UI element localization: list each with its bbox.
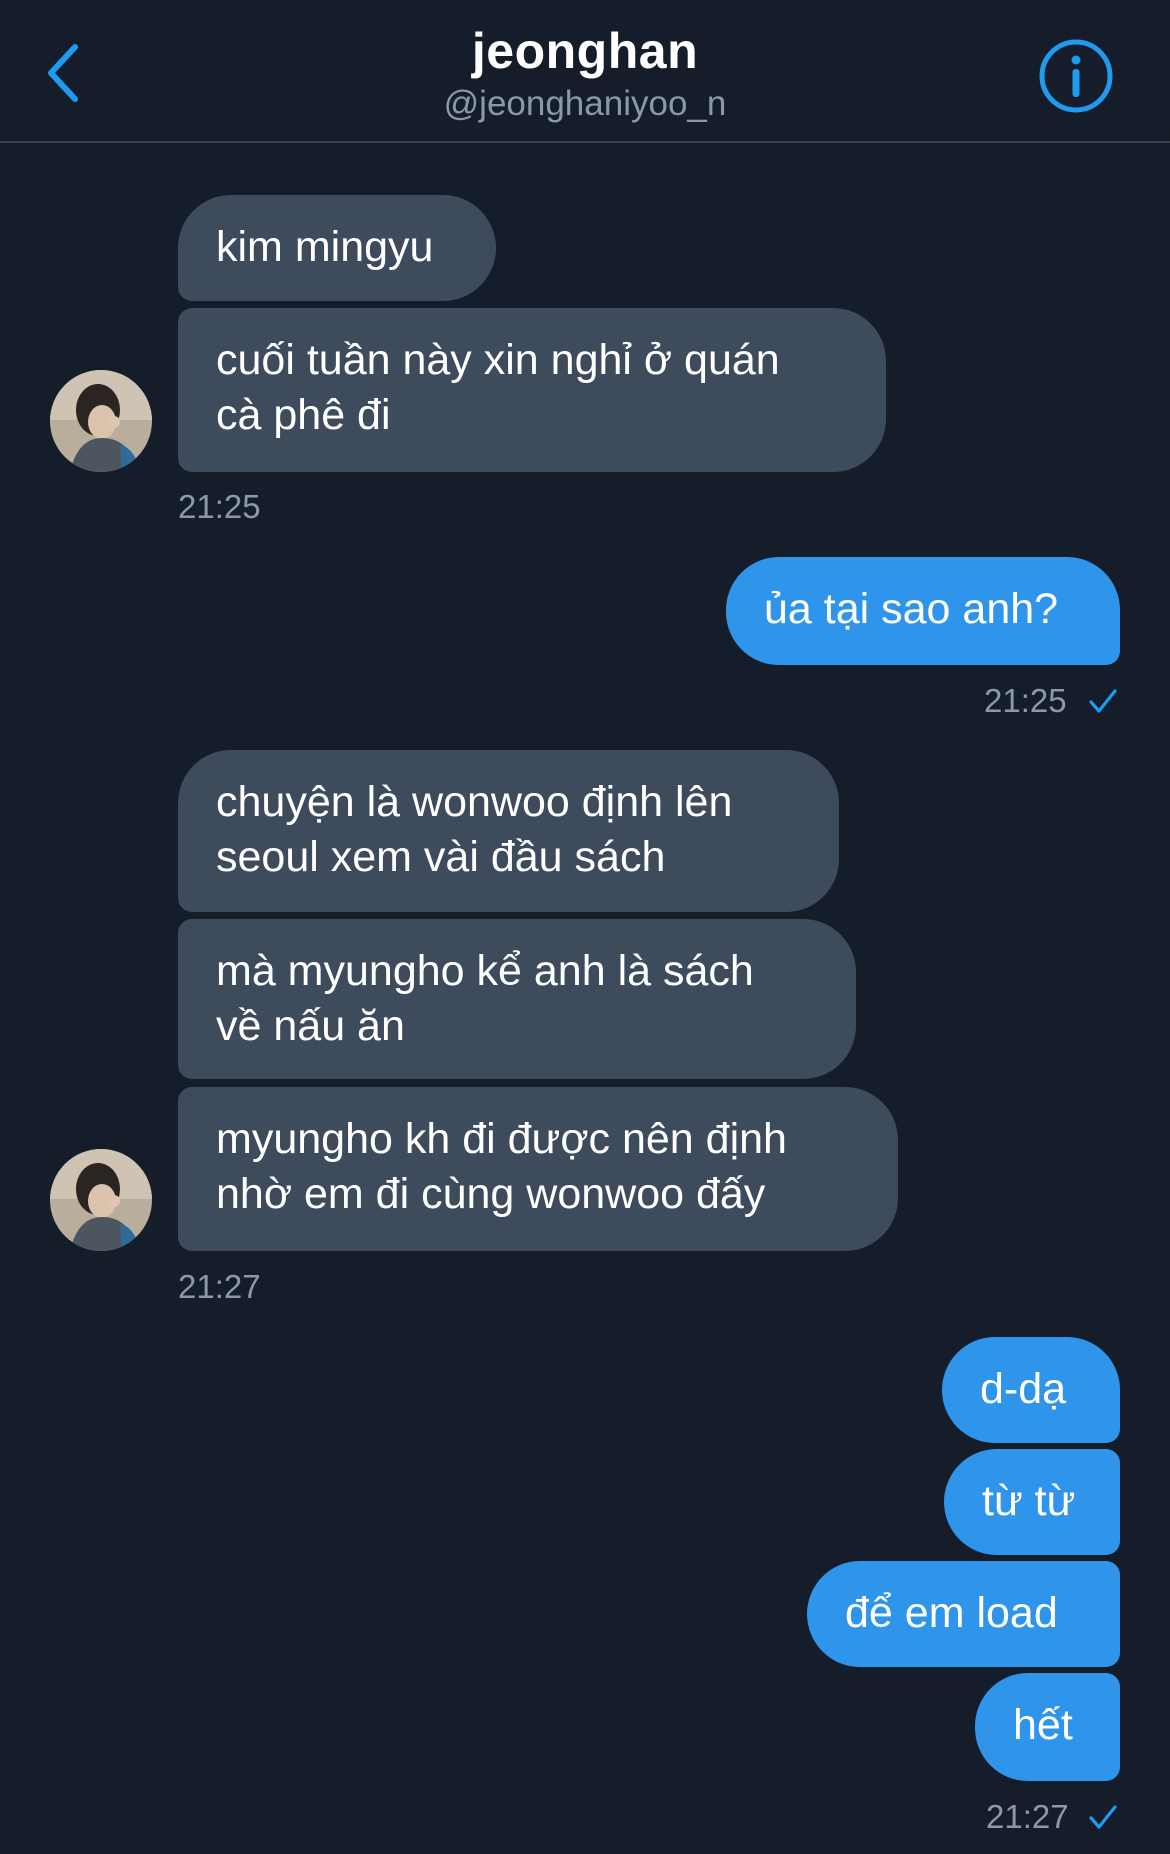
info-button[interactable] [1038, 38, 1114, 114]
incoming-message[interactable]: mà myungho kể anh là sách về nấu ăn [178, 919, 856, 1079]
message-text-line: nhờ em đi cùng wonwoo đấy [216, 1170, 766, 1218]
outgoing-message[interactable]: từ từ [944, 1449, 1120, 1555]
message-text-line: cà phê đi [216, 391, 391, 439]
outgoing-message[interactable]: hết [975, 1673, 1120, 1781]
message-text-line: seoul xem vài đầu sách [216, 833, 666, 881]
timestamp: 21:27 [178, 1268, 261, 1305]
check-icon [1089, 689, 1117, 713]
message-text-line: cuối tuần này xin nghỉ ở quán [216, 336, 780, 384]
timestamp: 21:27 [986, 1798, 1069, 1835]
avatar[interactable] [50, 1149, 152, 1251]
timestamp: 21:25 [178, 488, 261, 525]
message-text-line: mà myungho kể anh là sách [216, 947, 754, 995]
contact-handle[interactable]: @jeonghaniyoo_n [0, 84, 1170, 124]
message-text: hết [1013, 1701, 1073, 1749]
incoming-message[interactable]: myungho kh đi được nên định nhờ em đi cù… [178, 1087, 898, 1251]
incoming-message[interactable]: kim mingyu [178, 195, 496, 301]
outgoing-message[interactable]: ủa tại sao anh? [726, 557, 1120, 665]
avatar-image [50, 370, 152, 472]
message-text: kim mingyu [216, 223, 434, 271]
outgoing-message[interactable]: d-dạ [942, 1337, 1120, 1443]
check-icon [1089, 1805, 1117, 1829]
message-text-line: chuyện là wonwoo định lên [216, 778, 733, 826]
outgoing-message[interactable]: để em load [807, 1561, 1120, 1667]
info-icon [1039, 39, 1113, 113]
avatar[interactable] [50, 370, 152, 472]
conversation-header: jeonghan @jeonghaniyoo_n [0, 0, 1170, 143]
message-text-line: myungho kh đi được nên định [216, 1115, 787, 1163]
message-text: ủa tại sao anh? [764, 585, 1059, 633]
message-text: d-dạ [980, 1365, 1067, 1413]
message-text: từ từ [982, 1477, 1076, 1525]
contact-name[interactable]: jeonghan [0, 22, 1170, 80]
incoming-message[interactable]: chuyện là wonwoo định lên seoul xem vài … [178, 750, 839, 912]
timestamp: 21:25 [984, 682, 1067, 719]
avatar-image [50, 1149, 152, 1251]
incoming-message[interactable]: cuối tuần này xin nghỉ ở quán cà phê đi [178, 308, 886, 472]
message-text: để em load [845, 1589, 1058, 1637]
message-text-line: về nấu ăn [216, 1002, 405, 1050]
